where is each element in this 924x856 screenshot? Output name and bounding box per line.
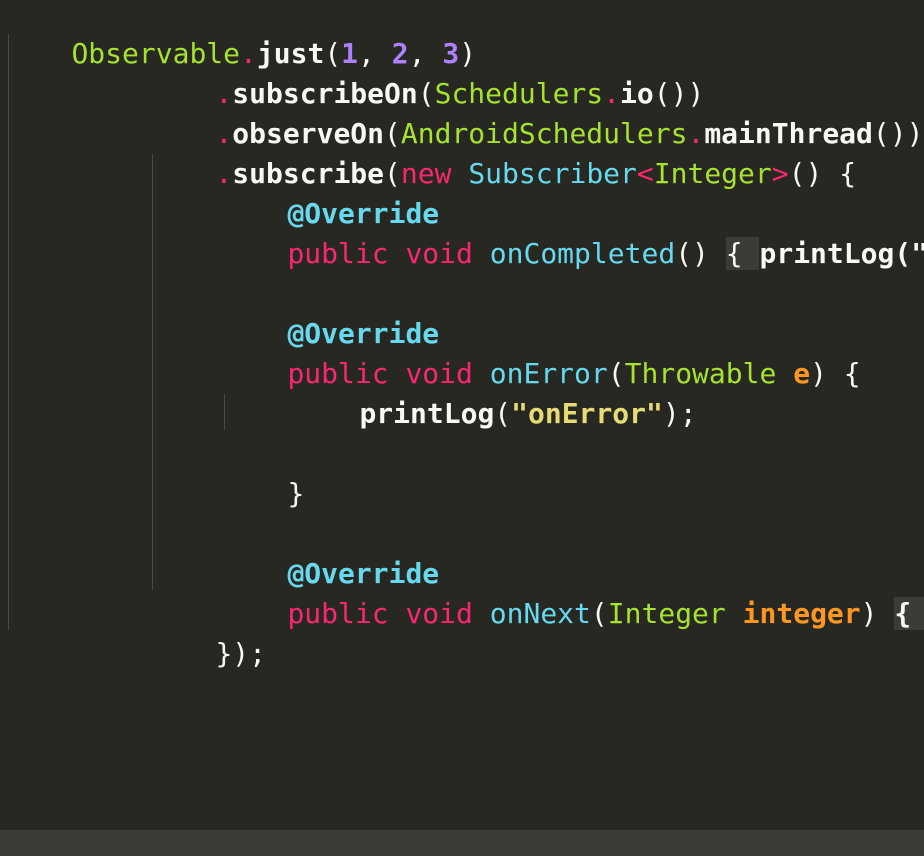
token: onNext bbox=[489, 597, 591, 630]
code-line-16[interactable]: }); bbox=[148, 594, 266, 670]
code-line-12[interactable]: } bbox=[220, 434, 304, 510]
status-bar bbox=[0, 830, 924, 856]
code-line-5[interactable]: @Override bbox=[220, 154, 439, 230]
code-line-9[interactable]: public void onError(Throwable e) { bbox=[220, 314, 860, 390]
token: () bbox=[675, 237, 726, 270]
token: Integer bbox=[653, 157, 772, 190]
code-editor[interactable]: Observable.just(1, 2, 3) .subscribeOn(Sc… bbox=[0, 0, 924, 830]
token: ("Co bbox=[894, 237, 924, 270]
token: e bbox=[793, 357, 811, 390]
token: Integer bbox=[607, 597, 726, 630]
token: void bbox=[405, 597, 473, 630]
code-line-3[interactable]: .observeOn(AndroidSchedulers.mainThread(… bbox=[148, 74, 923, 150]
token: printLog bbox=[359, 397, 495, 430]
indent-guide bbox=[8, 34, 9, 630]
token: ); bbox=[662, 397, 697, 430]
token: } bbox=[287, 477, 305, 510]
token: "onError" bbox=[511, 397, 663, 430]
token: }); bbox=[215, 637, 267, 670]
token: ()) bbox=[872, 117, 924, 150]
code-line-6[interactable]: public void onCompleted() { printLog("Co bbox=[220, 194, 924, 270]
token: ) bbox=[860, 597, 895, 630]
token: Subscriber bbox=[468, 157, 637, 190]
code-line-1[interactable]: Observable.just(1, 2, 3) bbox=[4, 0, 476, 70]
code-line-2[interactable]: .subscribeOn(Schedulers.io()) bbox=[148, 34, 704, 110]
token: integer bbox=[742, 597, 861, 630]
code-line-14[interactable]: @Override bbox=[220, 514, 439, 590]
token: < bbox=[636, 157, 654, 190]
code-line-10[interactable]: printLog("onError"); bbox=[292, 354, 696, 430]
token: public bbox=[287, 597, 389, 630]
token: ( bbox=[590, 597, 608, 630]
code-line-8[interactable]: @Override bbox=[220, 274, 439, 350]
folded-code-marker[interactable]: { bbox=[725, 237, 760, 270]
token: printLog bbox=[759, 237, 895, 270]
code-line-15[interactable]: public void onNext(Integer integer) { p bbox=[220, 554, 924, 630]
token: > bbox=[771, 157, 789, 190]
folded-code-marker[interactable]: { p bbox=[894, 597, 924, 630]
token: ( bbox=[494, 397, 512, 430]
token: public bbox=[287, 237, 389, 270]
token: onCompleted bbox=[489, 237, 676, 270]
token: void bbox=[405, 237, 473, 270]
token: ) { bbox=[810, 357, 861, 390]
code-line-4[interactable]: .subscribe(new Subscriber<Integer>() { bbox=[148, 114, 856, 190]
token: () { bbox=[788, 157, 857, 190]
